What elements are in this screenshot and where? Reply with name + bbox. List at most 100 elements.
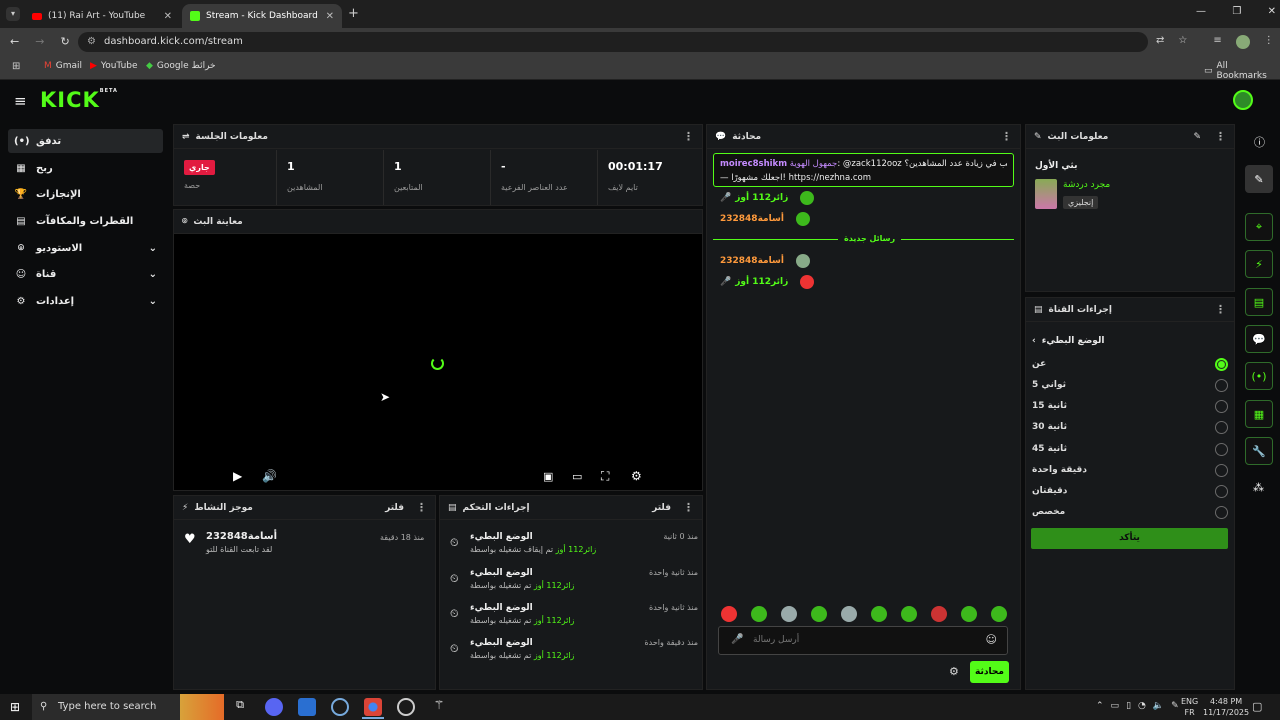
tool-layout-icon[interactable]: ▦ bbox=[1245, 400, 1273, 428]
edit-pencil-icon[interactable]: ✎ bbox=[1193, 132, 1201, 142]
emote-button[interactable] bbox=[811, 606, 827, 622]
user-avatar[interactable] bbox=[1233, 90, 1253, 110]
menu-kebab-icon[interactable]: ⋮ bbox=[1264, 35, 1274, 49]
emote-button[interactable] bbox=[901, 606, 917, 622]
fullscreen-icon[interactable]: ⛶ bbox=[601, 469, 609, 484]
radio-1m[interactable] bbox=[1215, 464, 1228, 477]
kick-logo[interactable]: KICKBETA bbox=[40, 88, 118, 112]
panel-menu-icon[interactable]: ⋮ bbox=[683, 501, 694, 514]
tool-nodes-icon[interactable]: ⁂ bbox=[1253, 481, 1264, 494]
explorer-icon[interactable] bbox=[298, 698, 316, 716]
info-circle-icon[interactable]: ⓘ bbox=[1254, 134, 1265, 150]
tool-list-icon[interactable]: ▤ bbox=[1245, 288, 1273, 316]
task-view-icon[interactable]: ⧉ bbox=[231, 698, 249, 716]
close-window-icon[interactable]: ✕ bbox=[1268, 6, 1276, 17]
tool-bolt-icon[interactable]: ⚡ bbox=[1245, 250, 1273, 278]
emote-button[interactable] bbox=[721, 606, 737, 622]
chat-input[interactable]: 🎤 أرسل رسالة ☺ bbox=[718, 626, 1008, 655]
notification-icon[interactable]: ▢ bbox=[1252, 700, 1262, 713]
sidebar-item-settings[interactable]: ⚙ إعدادات ⌄ bbox=[8, 289, 163, 313]
emote-button[interactable] bbox=[961, 606, 977, 622]
sidebar-item-drops[interactable]: ▤ القطرات والمكافآت bbox=[8, 209, 163, 233]
chat-settings-icon[interactable]: ⚙ bbox=[949, 665, 959, 678]
emoji-icon[interactable]: ☺ bbox=[986, 633, 997, 646]
tool-chat-icon[interactable]: 💬 bbox=[1245, 325, 1273, 353]
media-icon[interactable]: ≡ bbox=[1213, 35, 1221, 49]
profile-avatar-icon[interactable] bbox=[1235, 35, 1250, 49]
sidebar-item-achievements[interactable]: 🏆 الإنجازات bbox=[8, 182, 163, 206]
tool-target-icon[interactable]: ⌖ bbox=[1245, 213, 1273, 241]
wifi-icon[interactable]: ◔ bbox=[1138, 701, 1146, 711]
chevron-up-icon[interactable]: ⌃ bbox=[1096, 701, 1104, 711]
sidebar-item-stream[interactable]: (•) تدفق bbox=[8, 129, 163, 153]
chat-username[interactable]: أسامة232848 bbox=[720, 214, 784, 224]
volume-icon[interactable]: 🔊 bbox=[262, 469, 277, 483]
pen-icon[interactable]: ✎ bbox=[1171, 701, 1179, 711]
close-tab-icon[interactable]: ✕ bbox=[164, 11, 172, 22]
tool-wrench-icon[interactable]: 🔧 bbox=[1245, 437, 1273, 465]
emote-button[interactable] bbox=[751, 606, 767, 622]
pinned-message[interactable]: moirec8shikm جمهول الهوية: @zack112ooz ه… bbox=[713, 153, 1014, 187]
emote-button[interactable] bbox=[841, 606, 857, 622]
filter-button[interactable]: فلتر bbox=[385, 503, 404, 513]
chat-send-button[interactable]: محادثة bbox=[970, 661, 1009, 683]
chat-username[interactable]: أسامة232848 bbox=[720, 256, 784, 266]
hamburger-menu-icon[interactable]: ≡ bbox=[14, 92, 27, 110]
radio-off[interactable] bbox=[1215, 358, 1228, 371]
chrome-icon[interactable] bbox=[364, 698, 382, 716]
chat-username[interactable]: زائر112 أوز bbox=[735, 277, 788, 287]
settings-gear-icon[interactable]: ⚙ bbox=[631, 469, 642, 483]
sidebar-item-studio[interactable]: ⌾ الاستوديو ⌄ bbox=[8, 236, 163, 260]
chat-username[interactable]: زائر112 أوز bbox=[735, 193, 788, 203]
volume-icon[interactable]: 🔈 bbox=[1153, 701, 1164, 711]
emote-button[interactable] bbox=[991, 606, 1007, 622]
radio-5s[interactable] bbox=[1215, 379, 1228, 392]
discord-icon[interactable] bbox=[265, 698, 283, 716]
emote-button[interactable] bbox=[781, 606, 797, 622]
translate-icon[interactable]: ⇄ bbox=[1156, 35, 1164, 49]
url-input[interactable]: ⚙ dashboard.kick.com/stream bbox=[78, 32, 1148, 52]
reload-icon[interactable]: ↻ bbox=[60, 35, 69, 48]
panel-menu-icon[interactable]: ⋮ bbox=[416, 501, 427, 514]
network-icon[interactable]: ▭ bbox=[1111, 701, 1120, 711]
panel-menu-icon[interactable]: ⋮ bbox=[1215, 303, 1226, 316]
panel-menu-icon[interactable]: ⋮ bbox=[1215, 130, 1226, 143]
bookmark-youtube[interactable]: ▶ YouTube bbox=[90, 61, 138, 71]
battery-icon[interactable]: ▯ bbox=[1126, 701, 1131, 711]
app-icon[interactable]: ⚚ bbox=[430, 698, 448, 716]
panel-menu-icon[interactable]: ⋮ bbox=[1001, 130, 1012, 143]
radio-15s[interactable] bbox=[1215, 400, 1228, 413]
restore-icon[interactable]: ❐ bbox=[1232, 6, 1241, 17]
bookmark-maps[interactable]: ◆ Google خرائط bbox=[146, 61, 216, 71]
site-info-icon[interactable]: ⚙ bbox=[87, 32, 96, 52]
confirm-button[interactable]: يتأكد bbox=[1031, 528, 1228, 549]
tool-broadcast-icon[interactable]: (•) bbox=[1245, 362, 1273, 390]
chat-link[interactable]: — اجعلك مشهورًا! https://nezhna.com bbox=[720, 171, 1007, 185]
tab-search-button[interactable]: ▾ bbox=[6, 7, 20, 21]
bookmark-gmail[interactable]: M Gmail bbox=[44, 61, 82, 71]
slow-mode-back[interactable]: ‹ الوضع البطيء bbox=[1032, 336, 1104, 346]
input-language[interactable]: ENG FR bbox=[1181, 696, 1198, 718]
panel-menu-icon[interactable]: ⋮ bbox=[683, 130, 694, 143]
tab-youtube[interactable]: (11) Rai Art - YouTube ✕ bbox=[24, 4, 180, 28]
edit-tool-button[interactable]: ✎ bbox=[1245, 165, 1273, 193]
app-circle-icon[interactable] bbox=[331, 698, 349, 716]
tab-kick-dashboard[interactable]: Stream - Kick Dashboard ✕ bbox=[182, 4, 342, 28]
chat-username[interactable]: moirec8shikm bbox=[720, 159, 787, 169]
windows-start-icon[interactable]: ⊞ bbox=[10, 700, 20, 714]
new-tab-button[interactable]: + bbox=[348, 6, 359, 21]
mic-icon[interactable]: 🎤 bbox=[731, 634, 743, 645]
radio-2m[interactable] bbox=[1215, 485, 1228, 498]
filter-button[interactable]: فلتر bbox=[652, 503, 671, 513]
all-bookmarks[interactable]: ▭ All Bookmarks bbox=[1204, 61, 1280, 81]
sidebar-item-channel[interactable]: ☺ قناة ⌄ bbox=[8, 262, 163, 286]
obs-icon[interactable] bbox=[397, 698, 415, 716]
sidebar-item-monetize[interactable]: ▦ ربح bbox=[8, 156, 163, 180]
radio-30s[interactable] bbox=[1215, 421, 1228, 434]
bookmark-star-icon[interactable]: ☆ bbox=[1178, 35, 1187, 49]
emote-button[interactable] bbox=[871, 606, 887, 622]
pip-icon[interactable]: ▣ bbox=[543, 470, 553, 483]
minimize-icon[interactable]: — bbox=[1196, 6, 1206, 17]
apps-grid-icon[interactable]: ⊞ bbox=[12, 61, 20, 72]
play-button[interactable]: ▶ bbox=[233, 469, 242, 483]
